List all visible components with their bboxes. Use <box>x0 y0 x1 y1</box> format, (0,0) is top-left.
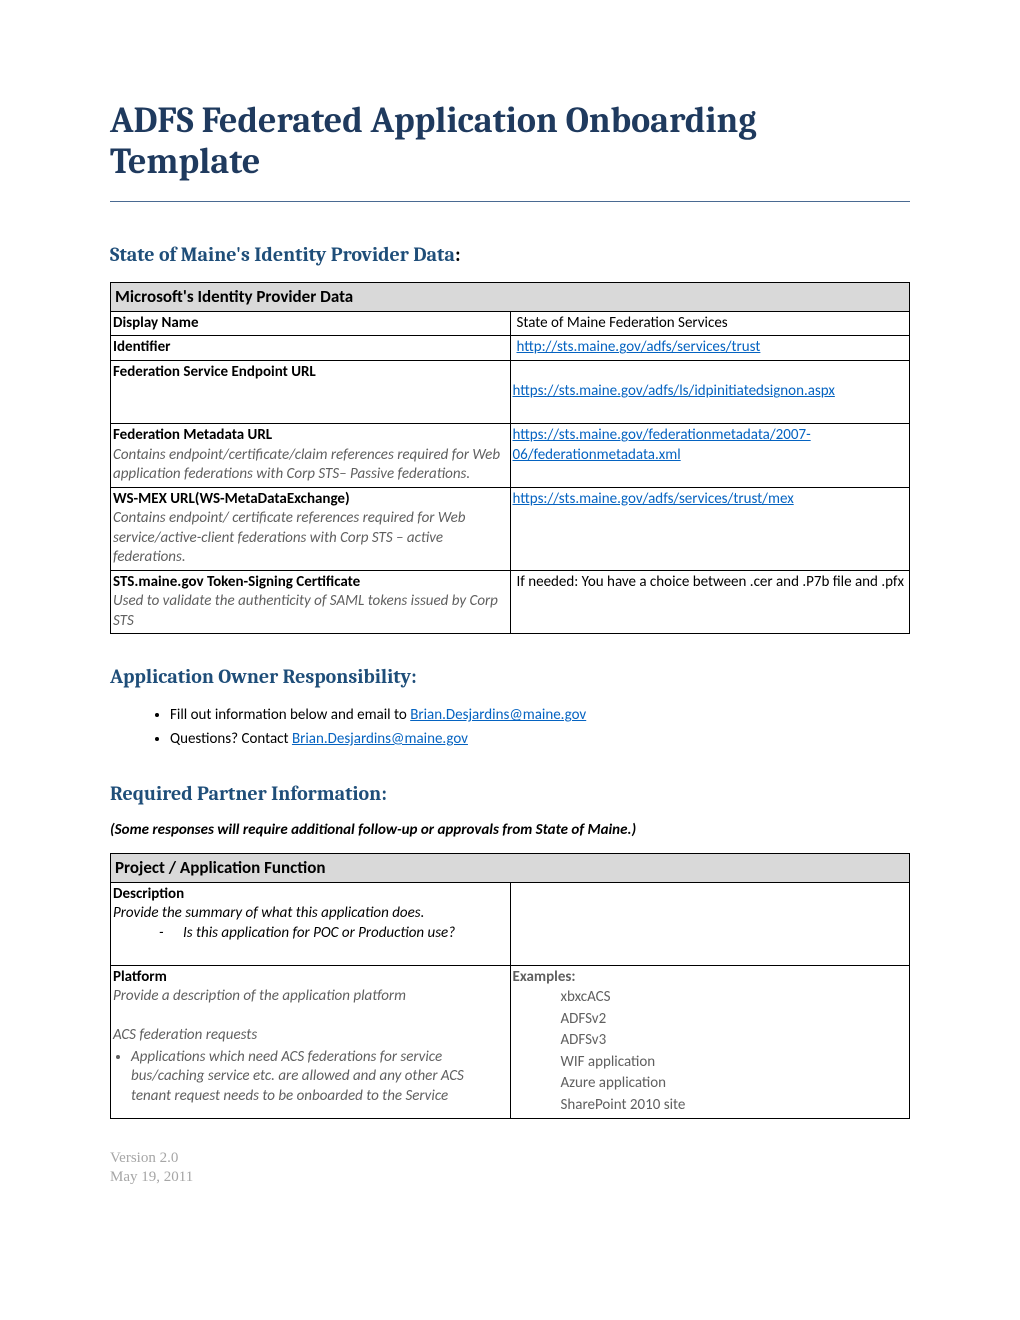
list-item: Fill out information below and email to … <box>170 704 910 728</box>
idp-table: Microsoft's Identity Provider Data Displ… <box>110 282 910 635</box>
example-item: ADFSv3 <box>561 1030 906 1052</box>
section-heading-idp: State of Maine's Identity Provider Data: <box>110 242 910 268</box>
owner-list: Fill out information below and email to … <box>110 704 910 751</box>
partner-subnote: (Some responses will require additional … <box>110 821 910 841</box>
row-label: Platform <box>113 968 167 986</box>
example-item: WIF application <box>561 1052 906 1074</box>
row-label: WS-MEX URL(WS-MetaDataExchange) <box>113 490 350 508</box>
example-item: SharePoint 2010 site <box>561 1095 906 1117</box>
row-sub: ACS federation requests <box>113 1026 257 1044</box>
footer-date: May 19, 2011 <box>110 1168 910 1187</box>
example-item: Azure application <box>561 1073 906 1095</box>
table-row: WS-MEX URL(WS-MetaDataExchange) Contains… <box>111 487 910 570</box>
idp-table-header: Microsoft's Identity Provider Data <box>111 282 910 311</box>
table-row: STS.maine.gov Token-Signing Certificate … <box>111 570 910 634</box>
metadata-link[interactable]: https://sts.maine.gov/federationmetadata… <box>513 426 811 464</box>
partner-table-header: Project / Application Function <box>111 853 910 882</box>
row-label: STS.maine.gov Token-Signing Certificate <box>113 573 360 591</box>
row-label: Identifier <box>113 338 171 356</box>
row-label: Federation Service Endpoint URL <box>113 363 316 381</box>
cell-value: State of Maine Federation Services <box>510 311 910 336</box>
table-row: Identifier http://sts.maine.gov/adfs/ser… <box>111 336 910 361</box>
row-label: Display Name <box>113 314 199 332</box>
page-footer: Version 2.0 May 19, 2011 <box>110 1149 910 1187</box>
row-desc: Provide a description of the application… <box>113 987 406 1005</box>
examples-list: xbxcACS ADFSv2 ADFSv3 WIF application Az… <box>513 987 906 1116</box>
endpoint-link[interactable]: https://sts.maine.gov/adfs/ls/idpinitiat… <box>513 382 835 400</box>
list-text: Questions? Contact <box>170 730 292 748</box>
row-desc: Contains endpoint/ certificate reference… <box>113 509 465 566</box>
table-row: Federation Metadata URL Contains endpoin… <box>111 424 910 488</box>
cell-bullet: Applications which need ACS federations … <box>131 1046 506 1107</box>
example-item: xbxcACS <box>561 987 906 1009</box>
table-row: Display Name State of Maine Federation S… <box>111 311 910 336</box>
section-heading-partner: Required Partner Information: <box>110 781 910 807</box>
row-label: Federation Metadata URL <box>113 426 272 444</box>
row-desc: Provide the summary of what this applica… <box>113 904 424 922</box>
table-row: Federation Service Endpoint URL https://… <box>111 360 910 424</box>
wsmex-link[interactable]: https://sts.maine.gov/adfs/services/trus… <box>513 490 794 508</box>
cell-value: If needed: You have a choice between .ce… <box>510 570 910 634</box>
list-item: Questions? Contact Brian.Desjardins@main… <box>170 728 910 752</box>
section-heading-idp-text: State of Maine's Identity Provider Data <box>110 243 455 266</box>
partner-table: Project / Application Function Descripti… <box>110 853 910 1120</box>
footer-version: Version 2.0 <box>110 1149 910 1168</box>
example-item: ADFSv2 <box>561 1009 906 1031</box>
empty-cell <box>510 882 910 965</box>
examples-label: Examples: <box>513 968 576 986</box>
identifier-link[interactable]: http://sts.maine.gov/adfs/services/trust <box>517 338 761 356</box>
table-row: Platform Provide a description of the ap… <box>111 965 910 1119</box>
dash-item: Is this application for POC or Productio… <box>159 924 455 942</box>
row-label: Description <box>113 885 184 903</box>
contact-email-link[interactable]: Brian.Desjardins@maine.gov <box>292 730 468 748</box>
row-desc: Contains endpoint/certificate/claim refe… <box>113 446 500 484</box>
section-heading-owner: Application Owner Responsibility: <box>110 664 910 690</box>
contact-email-link[interactable]: Brian.Desjardins@maine.gov <box>410 706 586 724</box>
row-desc: Used to validate the authenticity of SAM… <box>113 592 498 630</box>
list-text: Fill out information below and email to <box>170 706 410 724</box>
table-row: Description Provide the summary of what … <box>111 882 910 965</box>
document-title: ADFS Federated Application Onboarding Te… <box>110 100 910 202</box>
